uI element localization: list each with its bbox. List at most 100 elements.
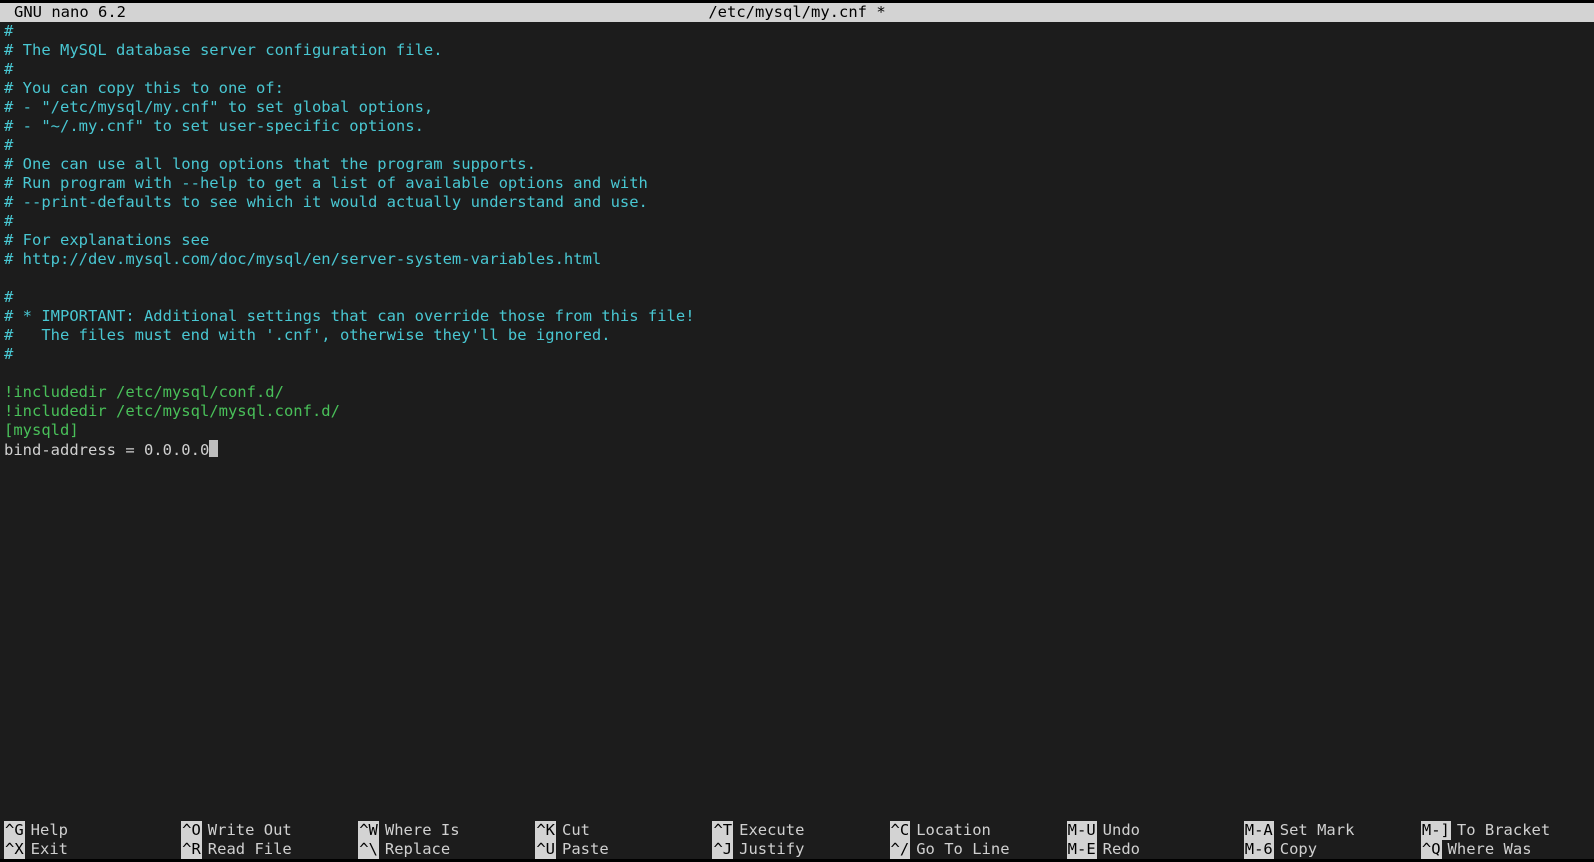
editor-area[interactable]: ## The MySQL database server configurati… [0,22,1594,821]
line-text: [mysqld] [4,421,79,439]
shortcut-label: Where Is [385,821,460,840]
line-text: # The files must end with '.cnf', otherw… [4,326,611,344]
shortcut-key: M-] [1421,821,1451,840]
shortcut-label: Go To Line [916,840,1009,859]
shortcut-label: Set Mark [1280,821,1355,840]
shortcut-label: Justify [739,840,804,859]
shortcut-key: ^/ [890,840,911,859]
line-text: # * IMPORTANT: Additional settings that … [4,307,695,325]
shortcut-key: ^J [712,840,733,859]
editor-line[interactable] [0,269,1594,288]
shortcut-bar: ^G Help ^O Write Out ^W Where Is ^K Cut ^T Execut… [0,821,1594,859]
shortcut-label: Paste [562,840,609,859]
shortcut-label: To Bracket [1457,821,1550,840]
shortcut-label: Redo [1103,840,1140,859]
shortcut-label: Undo [1103,821,1140,840]
editor-line[interactable]: # For explanations see [0,231,1594,250]
editor-line[interactable]: # [0,22,1594,41]
shortcut-paste[interactable]: ^U Paste [531,840,708,859]
shortcut-location[interactable]: ^C Location [886,821,1063,840]
shortcut-to-bracket[interactable]: M-] To Bracket [1417,821,1594,840]
line-text: # - "/etc/mysql/my.cnf" to set global op… [4,98,433,116]
shortcut-exit[interactable]: ^X Exit [0,840,177,859]
file-name: /etc/mysql/my.cnf * [708,3,885,22]
editor-line[interactable]: # http://dev.mysql.com/doc/mysql/en/serv… [0,250,1594,269]
line-text: # [4,136,13,154]
editor-line[interactable]: # [0,212,1594,231]
editor-line[interactable]: # The MySQL database server configuratio… [0,41,1594,60]
shortcut-key: ^C [890,821,911,840]
shortcut-justify[interactable]: ^J Justify [708,840,885,859]
shortcut-label: Write Out [208,821,292,840]
shortcut-replace[interactable]: ^\ Replace [354,840,531,859]
shortcut-label: Cut [562,821,590,840]
nano-screen: GNU nano 6.2 /etc/mysql/my.cnf * ## The … [0,0,1594,862]
shortcut-label: Where Was [1448,840,1532,859]
cursor [209,440,218,457]
shortcut-go-to-line[interactable]: ^/ Go To Line [886,840,1063,859]
shortcut-key: M-U [1067,821,1097,840]
shortcut-key: M-E [1067,840,1097,859]
editor-line[interactable]: # [0,60,1594,79]
editor-line[interactable]: # The files must end with '.cnf', otherw… [0,326,1594,345]
shortcut-execute[interactable]: ^T Execute [708,821,885,840]
editor-line[interactable]: # [0,136,1594,155]
shortcut-set-mark[interactable]: M-A Set Mark [1240,821,1417,840]
shortcut-label: Exit [31,840,68,859]
shortcut-cut[interactable]: ^K Cut [531,821,708,840]
editor-line[interactable]: # * IMPORTANT: Additional settings that … [0,307,1594,326]
shortcut-undo[interactable]: M-U Undo [1063,821,1240,840]
line-text: # [4,288,13,306]
shortcut-label: Copy [1280,840,1317,859]
shortcut-read-file[interactable]: ^R Read File [177,840,354,859]
shortcut-write-out[interactable]: ^O Write Out [177,821,354,840]
shortcut-key: ^O [181,821,202,840]
editor-line[interactable]: bind-address = 0.0.0.0 [0,440,1594,459]
line-text: # For explanations see [4,231,209,249]
line-text: # [4,60,13,78]
shortcut-key: ^Q [1421,840,1442,859]
shortcut-key: ^U [535,840,556,859]
editor-line[interactable]: # [0,345,1594,364]
shortcut-key: ^R [181,840,202,859]
shortcut-redo[interactable]: M-E Redo [1063,840,1240,859]
line-text: # One can use all long options that the … [4,155,536,173]
shortcut-key: ^W [358,821,379,840]
editor-line[interactable]: !includedir /etc/mysql/mysql.conf.d/ [0,402,1594,421]
shortcut-key: ^\ [358,840,379,859]
shortcut-key: ^K [535,821,556,840]
shortcut-key: M-A [1244,821,1274,840]
shortcut-label: Replace [385,840,450,859]
shortcut-where-is[interactable]: ^W Where Is [354,821,531,840]
editor-line[interactable] [0,364,1594,383]
shortcut-key: ^T [712,821,733,840]
editor-line[interactable]: # [0,288,1594,307]
line-text: # --print-defaults to see which it would… [4,193,648,211]
title-bar: GNU nano 6.2 /etc/mysql/my.cnf * [0,3,1594,22]
line-text: # You can copy this to one of: [4,79,284,97]
line-text: # Run program with --help to get a list … [4,174,648,192]
shortcut-key: M-6 [1244,840,1274,859]
editor-line[interactable]: # - "/etc/mysql/my.cnf" to set global op… [0,98,1594,117]
line-text: # [4,22,13,40]
editor-line[interactable]: # Run program with --help to get a list … [0,174,1594,193]
editor-line[interactable]: # You can copy this to one of: [0,79,1594,98]
shortcut-copy[interactable]: M-6 Copy [1240,840,1417,859]
shortcut-label: Execute [739,821,804,840]
line-text: # - "~/.my.cnf" to set user-specific opt… [4,117,424,135]
editor-line[interactable]: # - "~/.my.cnf" to set user-specific opt… [0,117,1594,136]
editor-line[interactable]: !includedir /etc/mysql/conf.d/ [0,383,1594,402]
shortcut-key: ^X [4,840,25,859]
line-text: # [4,345,13,363]
shortcut-key: ^G [4,821,25,840]
shortcut-label: Read File [208,840,292,859]
shortcut-help[interactable]: ^G Help [0,821,177,840]
shortcut-label: Location [916,821,991,840]
editor-line[interactable]: # --print-defaults to see which it would… [0,193,1594,212]
shortcut-label: Help [31,821,68,840]
editor-line[interactable]: [mysqld] [0,421,1594,440]
editor-line[interactable]: # One can use all long options that the … [0,155,1594,174]
app-name: GNU nano 6.2 [14,3,126,22]
shortcut-where-was[interactable]: ^Q Where Was [1417,840,1594,859]
line-text: # http://dev.mysql.com/doc/mysql/en/serv… [4,250,601,268]
